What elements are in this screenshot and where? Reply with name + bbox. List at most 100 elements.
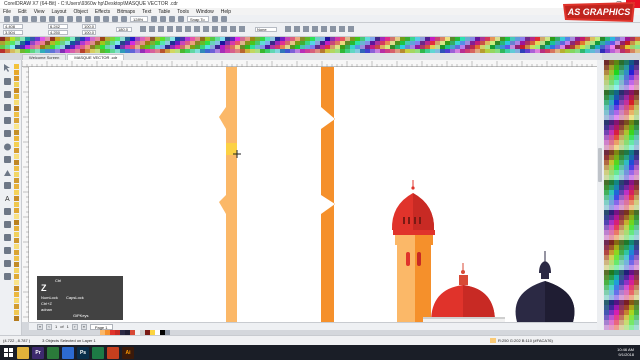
system-clock[interactable]: 10:46 AM 9/1/2018 — [617, 347, 634, 357]
property-bar-icons[interactable] — [140, 26, 250, 34]
height-field[interactable]: 4.250 — [48, 30, 68, 35]
horizontal-ruler[interactable] — [21, 60, 597, 67]
export-icon[interactable] — [103, 15, 109, 22]
red-domed-tower — [391, 180, 435, 322]
copy-icon[interactable] — [49, 15, 55, 22]
menu-file[interactable]: File — [3, 9, 11, 15]
outline-width-dropdown[interactable]: None — [255, 27, 277, 32]
zoom-level-field[interactable]: 128% — [130, 15, 148, 22]
document-tabs: Welcome Screen MASQUE VECTOR .cdr — [22, 53, 602, 60]
last-page-button[interactable]: » — [80, 323, 87, 330]
property-bar: 4.408 3.504 6.242 4.250 100.0 100.0 180.… — [0, 23, 640, 37]
key-pressed: Z — [41, 283, 47, 293]
file-explorer-icon[interactable] — [17, 346, 29, 359]
redo-icon[interactable] — [76, 15, 82, 22]
cut-icon[interactable] — [40, 15, 46, 22]
first-page-button[interactable]: « — [37, 323, 43, 330]
full-screen-icon[interactable] — [151, 15, 157, 22]
snap-to-dropdown[interactable]: Snap To — [187, 15, 209, 22]
launcher-icon[interactable] — [121, 15, 127, 22]
scrollbar-thumb[interactable] — [598, 148, 602, 182]
page-navigator: « ‹ 1 of 1 › » Page 1 — [29, 322, 597, 330]
top-color-palette[interactable] — [0, 37, 640, 49]
menu-edit[interactable]: Edit — [18, 9, 27, 15]
minaret-orange — [321, 67, 335, 322]
menu-window[interactable]: Window — [196, 9, 214, 15]
svg-text:A: A — [5, 196, 10, 203]
photoshop-icon[interactable]: Ps — [77, 346, 89, 359]
save-icon[interactable] — [22, 15, 28, 22]
menu-view[interactable]: View — [34, 9, 45, 15]
excel-icon[interactable] — [92, 346, 104, 359]
vertical-ruler-ticks — [23, 66, 29, 318]
menu-help[interactable]: Help — [221, 9, 231, 15]
undo-icon[interactable] — [67, 15, 73, 22]
grid-icon[interactable] — [169, 15, 175, 22]
capslock-label: CapsLock — [66, 295, 84, 300]
coreldraw-window: CorelDRAW X7 (64-Bit) - C:\Users\9360w h… — [0, 0, 640, 360]
scale-height-field[interactable]: 100.0 — [82, 30, 96, 35]
key-combo: Ctrl+Z — [41, 301, 52, 306]
start-icon[interactable] — [2, 346, 14, 359]
menu-effects[interactable]: Effects — [95, 9, 110, 15]
coreldraw-taskbar-icon[interactable] — [47, 346, 59, 359]
drawing-canvas[interactable]: Ctrl Z NumLock CapsLock Ctrl+Z adnan GiP… — [29, 67, 597, 322]
menu-layout[interactable]: Layout — [51, 9, 66, 15]
key-app: GiPKeys — [73, 313, 89, 318]
palette-swatch[interactable] — [635, 49, 640, 53]
navy-dome — [515, 251, 575, 322]
standard-toolbar: 128% Snap To — [0, 15, 640, 23]
rulers-icon[interactable] — [160, 15, 166, 22]
chrome-icon[interactable] — [62, 346, 74, 359]
title-bar: CorelDRAW X7 (64-Bit) - C:\Users\9360w h… — [0, 0, 640, 8]
menu-bitmaps[interactable]: Bitmaps — [117, 9, 135, 15]
menu-table[interactable]: Table — [158, 9, 170, 15]
fill-swatch — [490, 338, 496, 343]
transform-icons[interactable] — [285, 26, 405, 34]
menu-bar: File Edit View Layout Object Effects Bit… — [0, 8, 640, 15]
import-icon[interactable] — [94, 15, 100, 22]
toolbox-tools[interactable]: A — [0, 60, 22, 330]
application-launcher-icon[interactable] — [221, 15, 227, 22]
logo-text: AS GRAPHICS — [567, 7, 631, 17]
vertical-ruler[interactable] — [22, 66, 29, 322]
publish-pdf-icon[interactable] — [112, 15, 118, 22]
cursor-coordinates: (4.722 , 8.787 ) — [3, 338, 31, 343]
paste-icon[interactable] — [58, 15, 64, 22]
status-bar: (4.722 , 8.787 ) 3 Objects Selected on L… — [0, 335, 640, 345]
numlock-label: NumLock — [41, 295, 58, 300]
print-icon[interactable] — [31, 15, 37, 22]
scale-width-field[interactable]: 100.0 — [82, 24, 96, 29]
horizontal-ruler-ticks — [21, 61, 593, 67]
keystroke-overlay: Ctrl Z NumLock CapsLock Ctrl+Z adnan GiP… — [37, 276, 123, 320]
options-icon[interactable] — [212, 15, 218, 22]
search-icon[interactable] — [85, 15, 91, 22]
page-tab[interactable]: Page 1 — [89, 323, 113, 330]
menu-object[interactable]: Object — [73, 9, 87, 15]
as-graphics-logo: AS GRAPHICS — [563, 2, 635, 22]
right-color-palette[interactable] — [603, 60, 640, 330]
premiere-icon[interactable]: Pr — [32, 346, 44, 359]
new-document-icon[interactable] — [4, 15, 10, 22]
previous-page-button[interactable]: ‹ — [46, 323, 52, 330]
menu-tools[interactable]: Tools — [177, 9, 189, 15]
toolbox: A — [0, 60, 22, 335]
powerpoint-icon[interactable] — [107, 346, 119, 359]
status-message: 3 Objects Selected on Layer 1 — [42, 338, 96, 343]
windows-taskbar: Pr Ps Ai 10:46 AM 9/1/2018 — [0, 345, 640, 360]
y-position-field[interactable]: 3.504 — [3, 30, 23, 35]
next-page-button[interactable]: › — [71, 323, 78, 330]
menu-text[interactable]: Text — [142, 9, 151, 15]
pick-tool-icon — [4, 64, 10, 72]
page-of-label: of — [60, 324, 64, 329]
fill-color-info: R:250 G:202 B:110 (#FACA76) — [498, 338, 553, 343]
rotation-angle-field[interactable]: 180.0 — [116, 27, 132, 32]
current-page: 1 — [55, 324, 58, 329]
minaret-light-orange — [219, 67, 237, 322]
width-field[interactable]: 6.242 — [48, 24, 68, 29]
illustrator-icon[interactable]: Ai — [122, 346, 134, 359]
open-icon[interactable] — [13, 15, 19, 22]
guidelines-icon[interactable] — [178, 15, 184, 22]
x-position-field[interactable]: 4.408 — [3, 24, 23, 29]
palette-swatch[interactable] — [634, 325, 639, 330]
